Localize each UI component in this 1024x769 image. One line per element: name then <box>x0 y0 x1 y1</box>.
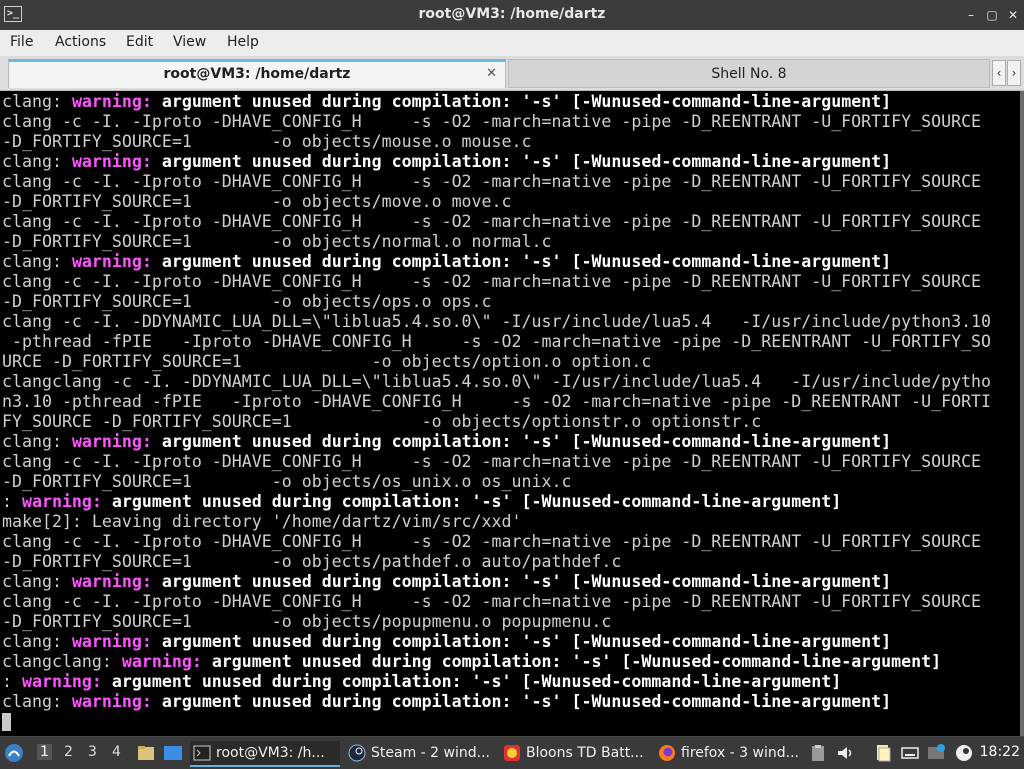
terminal-line: clang -c -I. -Iproto -DHAVE_CONFIG_H -s … <box>2 592 982 611</box>
terminal-line: clang -c -I. -Iproto -DHAVE_CONFIG_H -s … <box>2 172 982 191</box>
terminal-line: clang -c -I. -Iproto -DHAVE_CONFIG_H -s … <box>2 212 982 231</box>
window-title: root@VM3: /home/dartz <box>418 6 606 22</box>
volume-icon[interactable] <box>835 743 855 763</box>
clock: 18:22 <box>979 744 1020 760</box>
terminal-text: clang: warning: argument unused during c… <box>0 91 1024 712</box>
firefox-icon <box>659 745 675 761</box>
steam-tray-icon[interactable] <box>954 743 974 763</box>
terminal-line: : warning: argument unused during compil… <box>2 672 842 691</box>
task-terminal[interactable]: root@VM3: /h... <box>190 741 340 767</box>
tab-shell-8[interactable]: Shell No. 8 <box>508 59 990 88</box>
terminal-line: clang -c -I. -DDYNAMIC_LUA_DLL=\"liblua5… <box>2 312 992 331</box>
terminal-line: URCE -D_FORTIFY_SOURCE=1 -o objects/opti… <box>2 352 652 371</box>
tab-scroll-right-button[interactable]: › <box>1007 60 1021 86</box>
terminal-line: : warning: argument unused during compil… <box>2 492 842 511</box>
menu-file[interactable]: File <box>10 34 33 50</box>
show-desktop-icon[interactable] <box>163 743 183 763</box>
terminal-line: clangclang -c -I. -DDYNAMIC_LUA_DLL=\"li… <box>2 372 992 391</box>
menu-actions[interactable]: Actions <box>55 34 106 50</box>
terminal-line: clang -c -I. -Iproto -DHAVE_CONFIG_H -s … <box>2 532 982 551</box>
terminal-cursor <box>2 713 11 731</box>
terminal-line: clang: warning: argument unused during c… <box>2 572 892 591</box>
title-bar: >_ root@VM3: /home/dartz – ▢ ✕ <box>0 0 1024 30</box>
task-label: root@VM3: /h... <box>216 745 325 761</box>
menu-bar: File Actions Edit View Help <box>0 30 1024 57</box>
terminal-line: -D_FORTIFY_SOURCE=1 -o objects/ops.o ops… <box>2 292 492 311</box>
terminal-line: n3.10 -pthread -fPIE -Iproto -DHAVE_CONF… <box>2 392 992 411</box>
task-label: Bloons TD Batt... <box>526 745 644 761</box>
terminal-line: clangclang: warning: argument unused dur… <box>2 652 942 671</box>
terminal-line: clang -c -I. -Iproto -DHAVE_CONFIG_H -s … <box>2 272 982 291</box>
minimize-button[interactable]: – <box>962 6 980 24</box>
task-label: Steam - 2 wind... <box>371 745 490 761</box>
steam-icon <box>348 744 366 762</box>
terminal-line: clang: warning: argument unused during c… <box>2 432 892 451</box>
workspace-2[interactable]: 2 <box>64 744 73 760</box>
tab-scroll-left-button[interactable]: ‹ <box>992 60 1006 86</box>
maximize-button[interactable]: ▢ <box>983 6 1001 24</box>
menu-edit[interactable]: Edit <box>126 34 153 50</box>
close-button[interactable]: ✕ <box>1004 6 1022 24</box>
terminal-line: clang -c -I. -Iproto -DHAVE_CONFIG_H -s … <box>2 452 982 471</box>
terminal-line: clang -c -I. -Iproto -DHAVE_CONFIG_H -s … <box>2 112 982 131</box>
terminal-line: clang: warning: argument unused during c… <box>2 92 892 111</box>
tab-close-icon[interactable]: ✕ <box>486 62 497 86</box>
terminal-line: clang: warning: argument unused during c… <box>2 692 892 711</box>
task-label: firefox - 3 wind... <box>681 745 799 761</box>
terminal-icon <box>193 745 211 761</box>
menu-help[interactable]: Help <box>227 34 259 50</box>
terminal-line: -D_FORTIFY_SOURCE=1 -o objects/popupmenu… <box>2 612 612 631</box>
terminal-line: FY_SOURCE -D_FORTIFY_SOURCE=1 -o objects… <box>2 412 762 431</box>
terminal-line: make[2]: Leaving directory '/home/dartz/… <box>2 512 522 531</box>
terminal-line: clang: warning: argument unused during c… <box>2 632 892 651</box>
task-firefox[interactable]: firefox - 3 wind... <box>655 741 805 765</box>
task-steam[interactable]: Steam - 2 wind... <box>345 741 495 765</box>
taskbar: 1 2 3 4 root@VM3: /h... Steam - 2 wind..… <box>0 736 1024 769</box>
terminal-scrollbar[interactable] <box>1020 91 1024 736</box>
task-bloons[interactable]: Bloons TD Batt... <box>500 741 650 765</box>
menu-view[interactable]: View <box>173 34 206 50</box>
tab-label: Shell No. 8 <box>711 66 787 82</box>
start-menu-icon[interactable] <box>4 743 24 763</box>
workspace-1[interactable]: 1 <box>37 744 52 760</box>
keyboard-icon[interactable] <box>900 743 920 763</box>
tab-root-terminal[interactable]: root@VM3: /home/dartz ✕ <box>8 59 506 88</box>
terminal-line: -D_FORTIFY_SOURCE=1 -o objects/mouse.o m… <box>2 132 532 151</box>
files-icon[interactable] <box>873 743 893 763</box>
update-icon[interactable] <box>926 743 946 763</box>
bloons-icon <box>504 745 520 761</box>
terminal-line: -pthread -fPIE -Iproto -DHAVE_CONFIG_H -… <box>2 332 992 351</box>
tab-label: root@VM3: /home/dartz <box>163 66 351 82</box>
clipboard-icon[interactable] <box>808 743 828 763</box>
terminal-output[interactable]: clang: warning: argument unused during c… <box>0 91 1024 736</box>
terminal-line: -D_FORTIFY_SOURCE=1 -o objects/normal.o … <box>2 232 552 251</box>
file-manager-icon[interactable] <box>136 743 156 763</box>
tab-bar: root@VM3: /home/dartz ✕ Shell No. 8 <box>0 56 1024 91</box>
workspace-3[interactable]: 3 <box>88 744 97 760</box>
terminal-line: -D_FORTIFY_SOURCE=1 -o objects/os_unix.o… <box>2 472 572 491</box>
workspace-4[interactable]: 4 <box>112 744 121 760</box>
terminal-line: -D_FORTIFY_SOURCE=1 -o objects/move.o mo… <box>2 192 512 211</box>
terminal-line: clang: warning: argument unused during c… <box>2 252 892 271</box>
terminal-line: -D_FORTIFY_SOURCE=1 -o objects/pathdef.o… <box>2 552 622 571</box>
terminal-line: clang: warning: argument unused during c… <box>2 152 892 171</box>
